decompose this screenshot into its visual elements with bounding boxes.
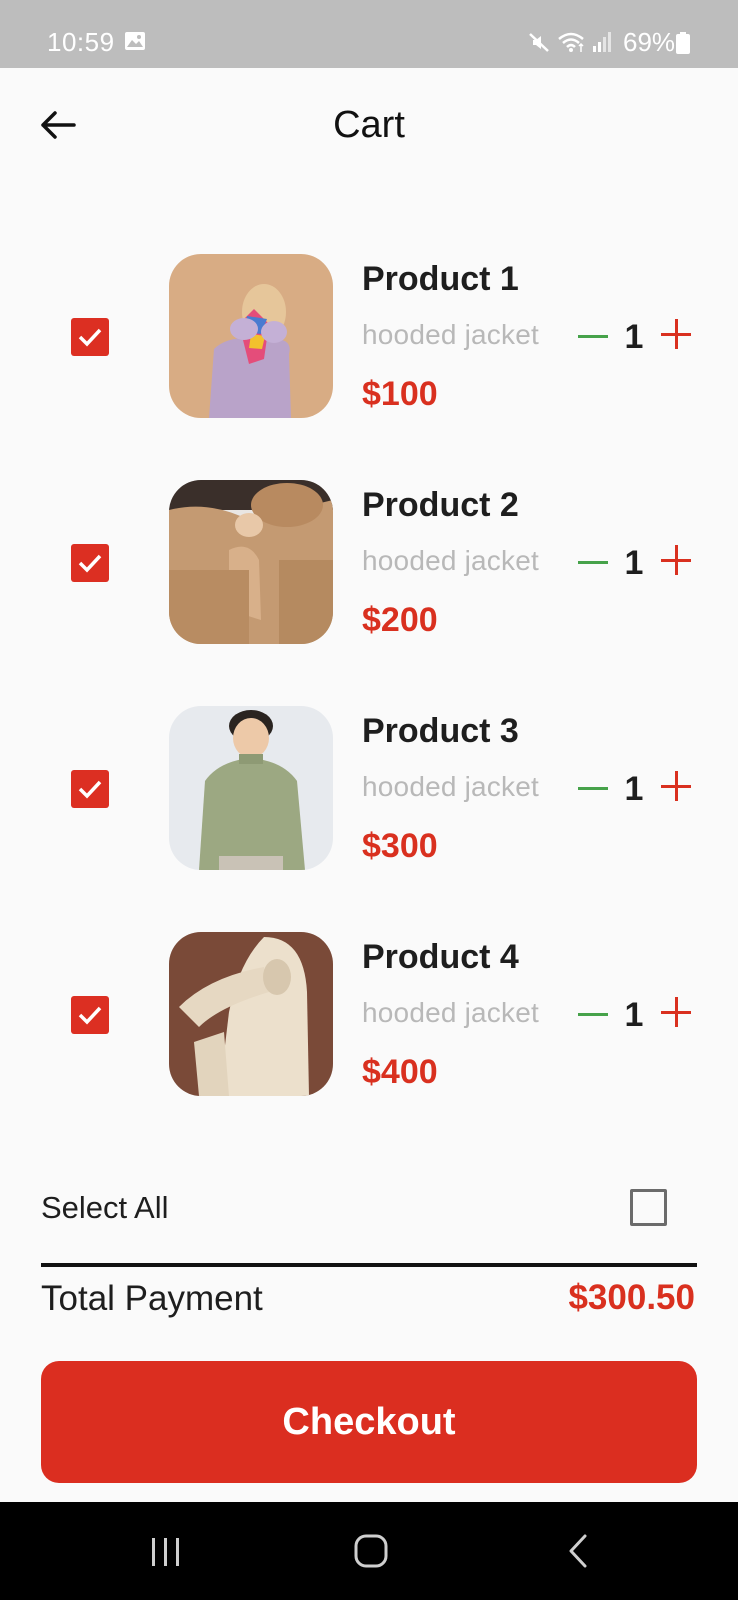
increase-quantity-button[interactable]: [659, 768, 693, 804]
checkmark-icon: [78, 554, 102, 573]
product-name: Product 2: [362, 486, 519, 524]
select-all-label: Select All: [41, 1190, 169, 1225]
decrease-quantity-button[interactable]: [576, 996, 610, 1032]
product-image[interactable]: [169, 480, 333, 644]
item-checkbox[interactable]: [71, 996, 109, 1034]
product-price: $300: [362, 827, 438, 865]
checkout-label: Checkout: [282, 1400, 456, 1443]
product-name: Product 1: [362, 260, 519, 298]
increase-quantity-button[interactable]: [659, 994, 693, 1030]
quantity-value: 1: [624, 318, 644, 356]
wifi-icon: [558, 32, 584, 52]
product-price: $200: [362, 601, 438, 639]
product-image[interactable]: [169, 254, 333, 418]
recent-apps-icon[interactable]: [146, 1532, 186, 1572]
decrease-quantity-button[interactable]: [576, 318, 610, 354]
page-title: Cart: [333, 104, 405, 146]
quantity-value: 1: [624, 996, 644, 1034]
product-image[interactable]: [169, 932, 333, 1096]
cart-item: Product 3 hooded jacket $300 1: [0, 706, 738, 872]
increase-quantity-button[interactable]: [659, 542, 693, 578]
cart-item: Product 2 hooded jacket $200 1: [0, 480, 738, 646]
item-checkbox[interactable]: [71, 770, 109, 808]
decrease-quantity-button[interactable]: [576, 770, 610, 806]
home-icon[interactable]: [352, 1531, 390, 1571]
divider: [41, 1263, 697, 1267]
status-bar: 10:59 69%: [0, 0, 738, 68]
total-payment-label: Total Payment: [41, 1279, 263, 1318]
quantity-value: 1: [624, 770, 644, 808]
battery-icon: [676, 32, 690, 54]
checkmark-icon: [78, 328, 102, 347]
product-description: hooded jacket: [362, 319, 539, 350]
cart-item: Product 1 hooded jacket $100 1: [0, 254, 738, 420]
cart-item: Product 4 hooded jacket $400 1: [0, 932, 738, 1098]
system-nav-bar: [0, 1502, 738, 1600]
quantity-value: 1: [624, 544, 644, 582]
battery-percentage: 69%: [623, 27, 676, 57]
increase-quantity-button[interactable]: [659, 316, 693, 352]
product-price: $400: [362, 1053, 438, 1091]
gallery-icon: [125, 32, 145, 50]
mute-icon: [529, 33, 549, 52]
product-description: hooded jacket: [362, 545, 539, 576]
signal-icon: [593, 32, 611, 52]
status-time: 10:59: [47, 27, 115, 57]
checkmark-icon: [78, 1006, 102, 1025]
select-all-checkbox[interactable]: [630, 1189, 667, 1226]
checkout-button[interactable]: Checkout: [41, 1361, 697, 1483]
product-name: Product 4: [362, 938, 519, 976]
item-checkbox[interactable]: [71, 318, 109, 356]
checkmark-icon: [78, 780, 102, 799]
back-icon[interactable]: [563, 1531, 593, 1571]
product-name: Product 3: [362, 712, 519, 750]
product-image[interactable]: [169, 706, 333, 870]
total-payment-value: $300.50: [568, 1278, 695, 1317]
decrease-quantity-button[interactable]: [576, 544, 610, 580]
product-price: $100: [362, 375, 438, 413]
product-description: hooded jacket: [362, 771, 539, 802]
product-description: hooded jacket: [362, 997, 539, 1028]
item-checkbox[interactable]: [71, 544, 109, 582]
